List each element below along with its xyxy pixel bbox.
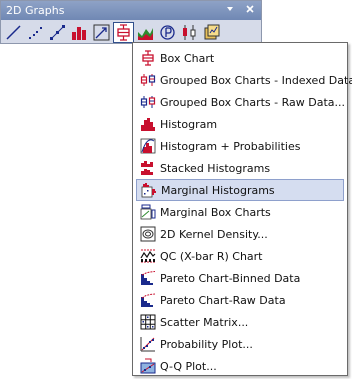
bar-chart-icon <box>72 27 86 40</box>
menu-item-2d-kernel-density[interactable]: 2D Kernel Density... <box>136 223 344 245</box>
menu-item-histogram[interactable]: Histogram <box>136 113 344 135</box>
marginal-histograms-icon <box>141 182 157 198</box>
vector-plot-icon <box>93 24 110 41</box>
kernel-density-icon <box>140 226 156 242</box>
template-library-button[interactable] <box>201 22 222 43</box>
menu-item-pareto-raw[interactable]: Pareto Chart-Raw Data <box>136 289 344 311</box>
menu-item-label: Probability Plot... <box>160 337 253 351</box>
stock-chart-icon <box>183 25 196 40</box>
menu-item-box-chart[interactable]: Box Chart <box>136 47 344 69</box>
marginal-box-charts-icon <box>140 204 156 220</box>
close-icon[interactable] <box>243 4 257 18</box>
qq-plot-icon <box>140 358 156 374</box>
line-symbol-plot-button[interactable] <box>47 22 68 43</box>
area-chart-button[interactable] <box>135 22 156 43</box>
menu-item-grouped-box-raw[interactable]: Grouped Box Charts - Raw Data... <box>136 91 345 113</box>
menu-item-label: Grouped Box Charts - Raw Data... <box>160 95 345 109</box>
probability-plot-icon <box>140 336 156 352</box>
menu-item-label: Q-Q Plot... <box>160 359 217 373</box>
menu-item-label: Scatter Matrix... <box>160 315 249 329</box>
menu-item-histogram-probabilities[interactable]: Histogram + Probabilities <box>136 135 344 157</box>
pareto-raw-icon <box>140 292 156 308</box>
menu-item-marginal-histograms[interactable]: Marginal Histograms <box>136 179 344 201</box>
menu-item-label: 2D Kernel Density... <box>160 227 268 241</box>
menu-item-label: Marginal Histograms <box>161 183 275 197</box>
grouped-box-indexed-icon <box>140 72 156 88</box>
menu-item-qc-chart[interactable]: QC (X-bar R) Chart <box>136 245 344 267</box>
line-plot-icon <box>6 25 21 40</box>
menu-item-probability-plot[interactable]: Probability Plot... <box>136 333 344 355</box>
histogram-probabilities-icon <box>140 138 156 154</box>
box-chart-dropdown-menu: Box Chart Grouped Box Charts - Indexed D… <box>132 42 352 377</box>
menu-item-grouped-box-indexed[interactable]: Grouped Box Charts - Indexed Data... <box>136 69 352 91</box>
menu-item-label: Pareto Chart-Raw Data <box>160 293 286 307</box>
menu-item-label: QC (X-bar R) Chart <box>160 249 263 263</box>
scatter-matrix-icon <box>140 314 156 330</box>
menu-item-label: Box Chart <box>160 51 215 65</box>
qc-chart-icon <box>140 248 156 264</box>
histogram-icon <box>140 116 156 132</box>
bar-chart-button[interactable] <box>69 22 90 43</box>
scatter-plot-icon <box>29 27 42 39</box>
line-plot-button[interactable] <box>3 22 24 43</box>
polar-chart-button[interactable] <box>157 22 178 43</box>
graphs-toolbar: 2D Graphs <box>0 0 262 44</box>
box-chart-icon <box>117 24 130 41</box>
area-chart-icon <box>138 28 153 40</box>
toolbar-title: 2D Graphs <box>6 4 65 17</box>
scatter-plot-button[interactable] <box>25 22 46 43</box>
menu-item-scatter-matrix[interactable]: Scatter Matrix... <box>136 311 344 333</box>
box-chart-icon <box>140 50 156 66</box>
stock-chart-button[interactable] <box>179 22 200 43</box>
toolbar-buttons <box>3 22 222 43</box>
line-symbol-plot-icon <box>50 25 65 40</box>
title-controls <box>223 3 257 18</box>
box-chart-button[interactable] <box>113 22 134 43</box>
template-library-icon <box>204 24 220 40</box>
menu-item-stacked-histograms[interactable]: Stacked Histograms <box>136 157 344 179</box>
pareto-binned-icon <box>140 270 156 286</box>
dropdown-arrow-icon[interactable] <box>223 4 237 18</box>
menu-item-label: Grouped Box Charts - Indexed Data... <box>160 73 352 87</box>
menu-item-label: Pareto Chart-Binned Data <box>160 271 301 285</box>
menu-item-label: Marginal Box Charts <box>160 205 271 219</box>
stacked-histograms-icon <box>140 160 156 176</box>
polar-chart-icon <box>160 25 175 40</box>
vector-plot-button[interactable] <box>91 22 112 43</box>
menu-item-label: Histogram + Probabilities <box>160 139 301 153</box>
menu-item-pareto-binned[interactable]: Pareto Chart-Binned Data <box>136 267 344 289</box>
menu-item-qq-plot[interactable]: Q-Q Plot... <box>136 355 344 377</box>
menu-item-label: Stacked Histograms <box>160 161 271 175</box>
menu-item-label: Histogram <box>160 117 218 131</box>
menu-item-marginal-box-charts[interactable]: Marginal Box Charts <box>136 201 344 223</box>
toolbar-title-bar[interactable]: 2D Graphs <box>1 1 261 20</box>
page: 2D Graphs Box Chart Grouped Box Charts -… <box>0 0 352 379</box>
grouped-box-raw-icon <box>140 94 156 110</box>
